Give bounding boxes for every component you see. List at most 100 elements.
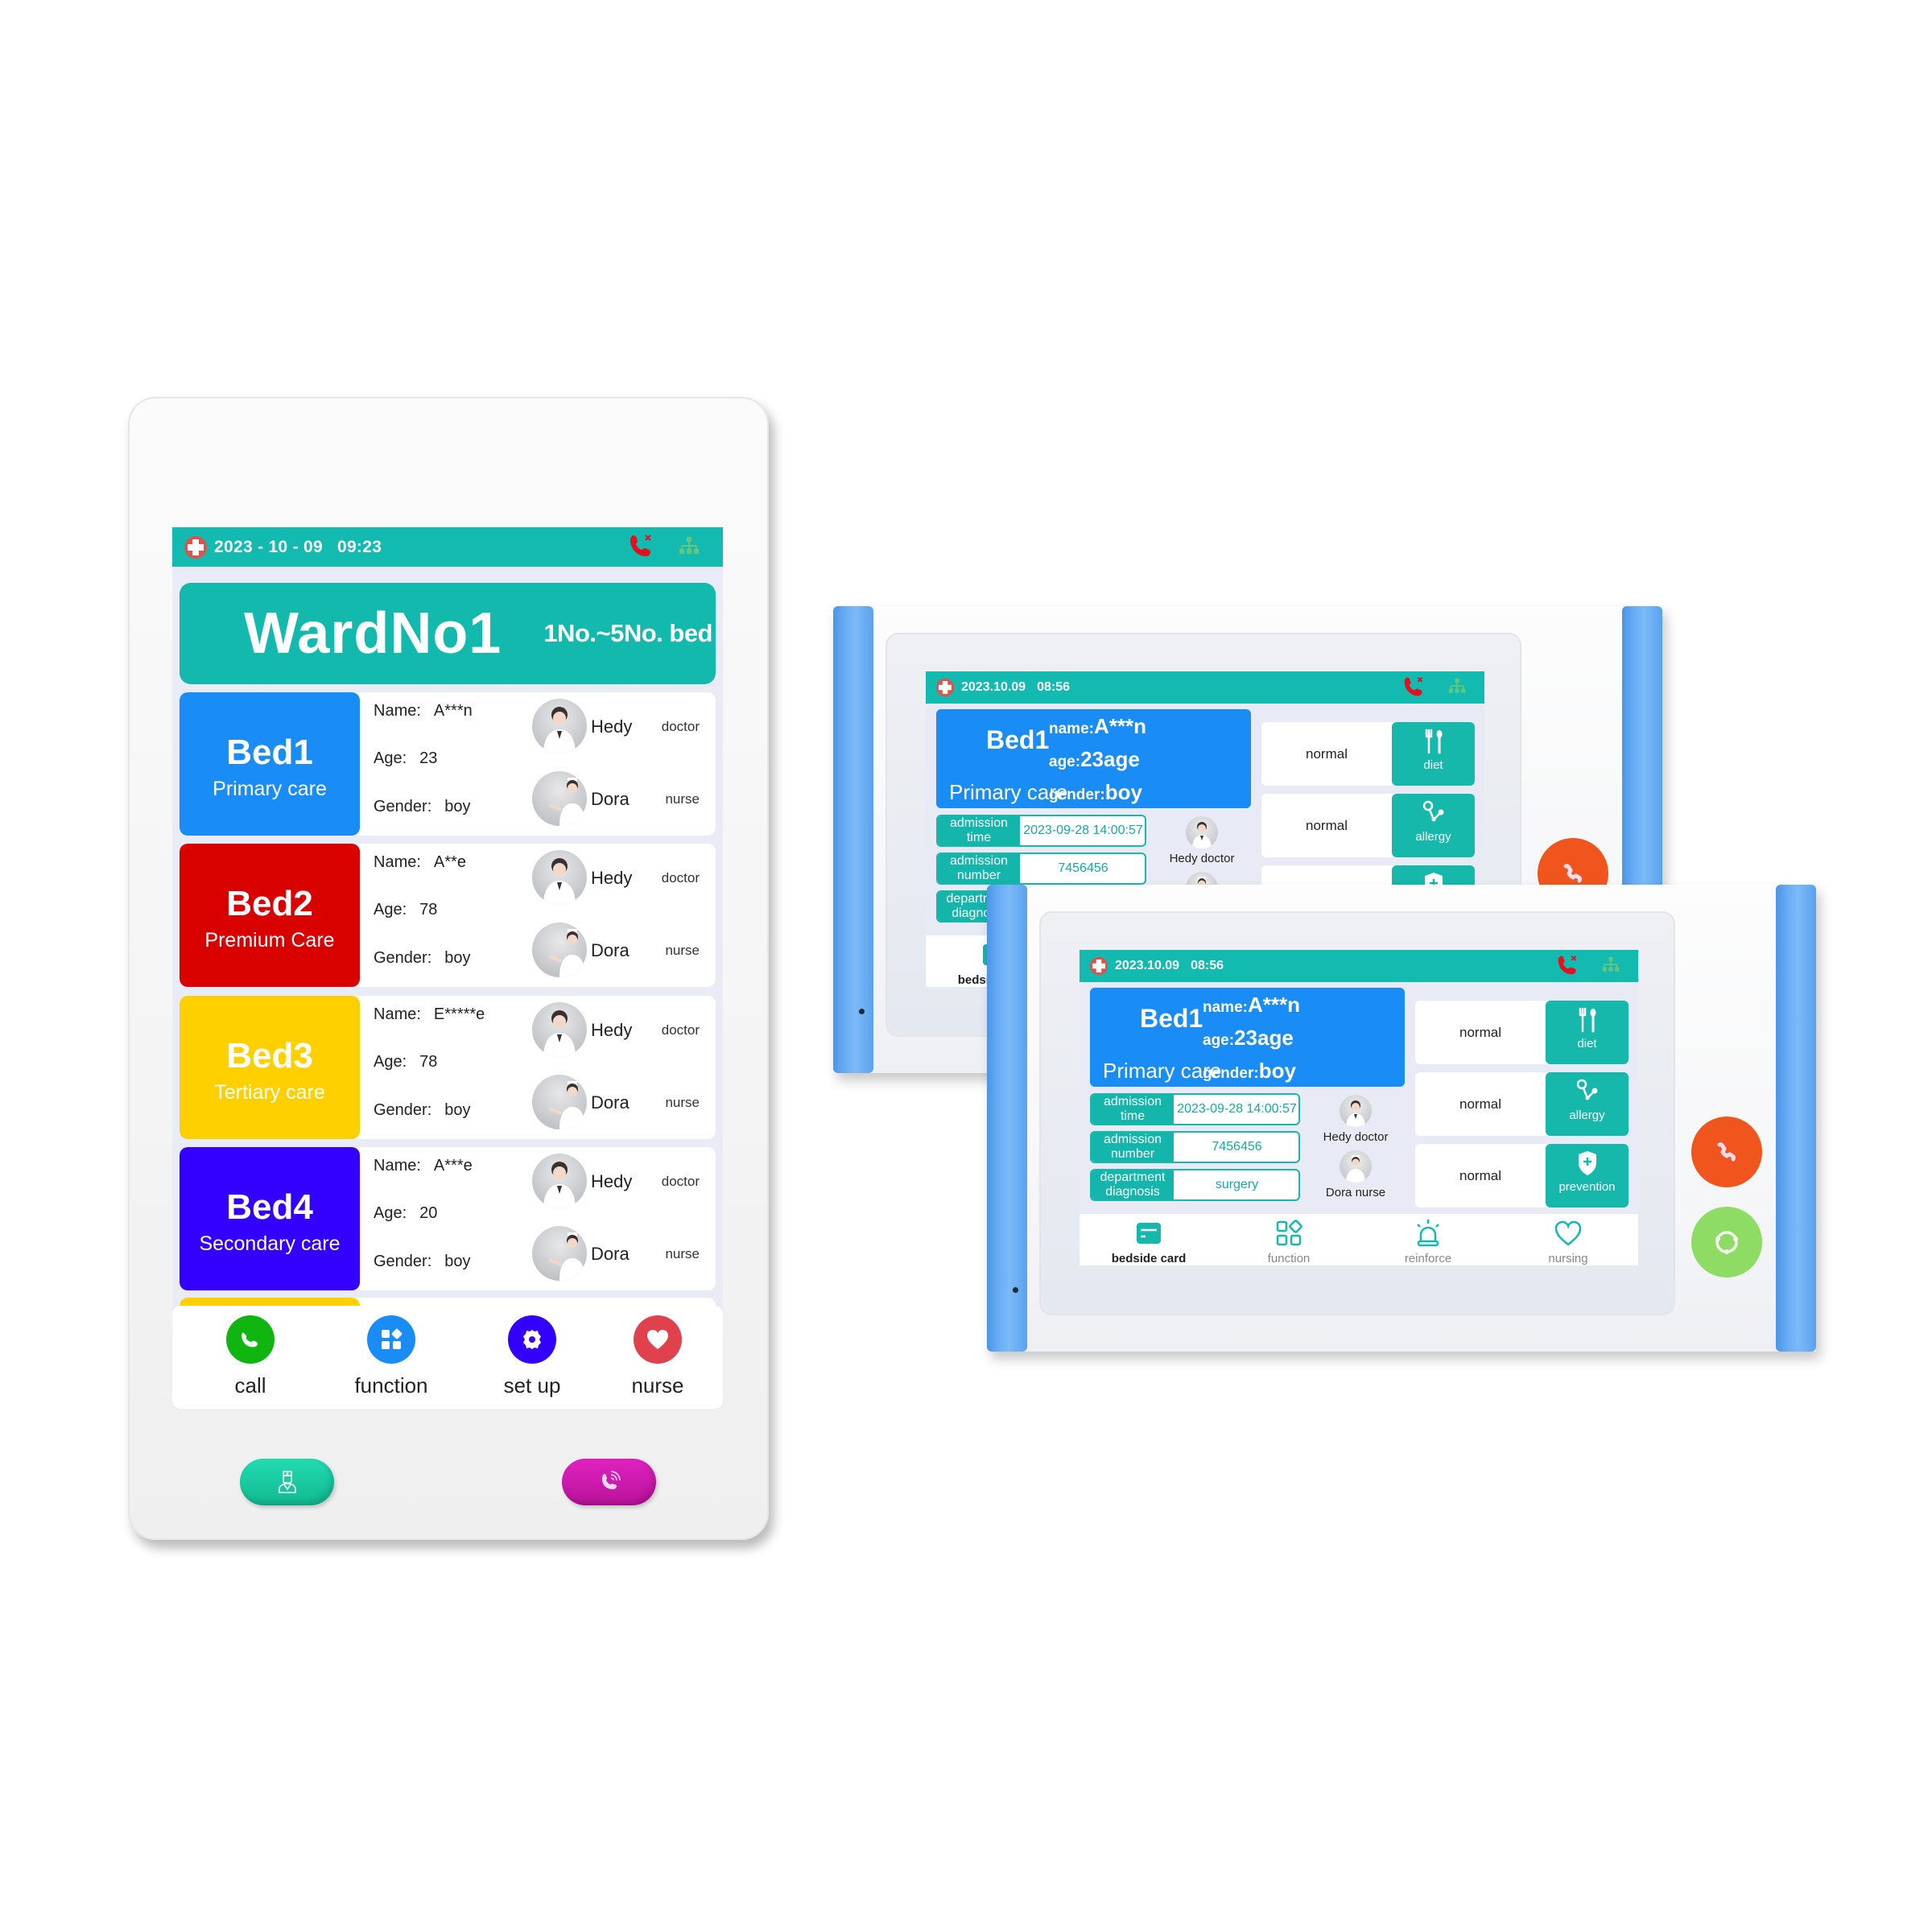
nav-nursing[interactable]: nursing xyxy=(1512,1214,1624,1265)
avatar xyxy=(532,850,587,905)
avatar xyxy=(1340,1150,1372,1183)
side-rail-right xyxy=(1776,885,1816,1352)
doctor-entry[interactable]: Hedy doctor xyxy=(532,1002,709,1059)
ward-bed-range: 1No.~5No. bed xyxy=(543,619,712,647)
bed-row[interactable]: Bed1 Primary care Name: A***n Age: 23 Gend… xyxy=(180,692,716,836)
portrait-screen: 2023 - 10 - 09 09:23 WardNo1 1No.~5No. be… xyxy=(172,527,723,1409)
bed-tag: Bed2 Premium Care xyxy=(180,844,360,987)
patient-age: Age: 78 xyxy=(374,901,438,919)
microphone-hole xyxy=(859,1009,865,1014)
bed-number: Bed1 xyxy=(986,725,1050,754)
status-bar: 2023.10.09 08:56 xyxy=(1080,950,1638,982)
allergy-icon xyxy=(1422,800,1443,822)
bed-number: Bed3 xyxy=(226,1036,313,1075)
doctor-call-button[interactable] xyxy=(240,1459,334,1505)
allergy-button[interactable]: allergy xyxy=(1546,1072,1629,1136)
nurse-entry[interactable]: Dora nurse xyxy=(532,1075,709,1131)
fork-spoon-icon xyxy=(1425,729,1442,754)
patient-age: age:23age xyxy=(1203,1026,1294,1050)
diet-button[interactable]: diet xyxy=(1546,1001,1629,1064)
shield-plus-icon xyxy=(1578,1151,1596,1175)
bed-row[interactable]: Bed4 Secondary care Name: A***e Age: 20 Ge… xyxy=(180,1147,716,1290)
patient-name: Name: A***e xyxy=(374,1157,473,1174)
avatar xyxy=(532,1154,587,1208)
avatar xyxy=(532,1075,587,1129)
doctor-entry[interactable]: Hedy doctor xyxy=(1154,816,1250,865)
care-level: Premium Care xyxy=(204,929,335,952)
call-disconnected-icon xyxy=(628,533,654,559)
hospital-cross-icon xyxy=(935,678,955,697)
nav-function[interactable]: function xyxy=(327,1306,456,1409)
bottom-nav: call function set up nurse xyxy=(172,1306,723,1409)
avatar xyxy=(532,699,587,753)
bed-number: Bed1 xyxy=(1140,1004,1203,1033)
side-rail-left xyxy=(987,885,1027,1352)
bed-tag: Bed1 Primary care xyxy=(180,692,360,836)
call-disconnected-icon xyxy=(1556,954,1579,976)
patient-gender: gender:boy xyxy=(1049,780,1142,804)
patient-gender: Gender: boy xyxy=(374,798,471,815)
prevention-button[interactable]: prevention xyxy=(1546,1144,1629,1208)
datetime: 2023.10.09 08:56 xyxy=(1115,959,1224,972)
diet-button[interactable]: diet xyxy=(1392,722,1475,786)
answer-button[interactable] xyxy=(1691,1207,1762,1278)
bed-row[interactable]: Bed2 Premium Care Name: A**e Age: 78 Gende… xyxy=(180,844,716,987)
microphone-hole xyxy=(1013,1287,1018,1293)
heart-outline-icon xyxy=(1554,1220,1582,1246)
avatar xyxy=(532,1226,587,1281)
alarm-light-icon xyxy=(1417,1220,1439,1247)
nav-bedside-card[interactable]: bedside card xyxy=(1092,1214,1205,1265)
avatar xyxy=(532,771,587,826)
patient-name: Name: E*****e xyxy=(374,1005,485,1023)
doctor-entry[interactable]: Hedy doctor xyxy=(532,1154,709,1210)
patient-age: age:23age xyxy=(1049,747,1140,771)
doctor-entry[interactable]: Hedy doctor xyxy=(532,699,709,755)
avatar xyxy=(1340,1095,1372,1127)
phone-icon xyxy=(226,1315,275,1364)
nurse-entry[interactable]: Dora nurse xyxy=(532,923,709,979)
network-icon xyxy=(678,535,700,558)
patient-age: Age: 23 xyxy=(374,749,438,767)
patient-gender: Gender: boy xyxy=(374,1253,471,1270)
avatar xyxy=(532,923,587,977)
allergy-icon xyxy=(1576,1079,1597,1100)
bed-row[interactable]: Bed3 Tertiary care Name: E*****e Age: 78 G… xyxy=(180,996,716,1139)
nurse-entry[interactable]: Dora nurse xyxy=(1307,1150,1404,1199)
status-tile-allergy: normal allergy xyxy=(1261,794,1475,857)
grid-apps-icon xyxy=(1276,1220,1302,1246)
hospital-cross-icon xyxy=(184,535,208,559)
bed-card[interactable]: Bed1 Primary care name:A***n age:23age g… xyxy=(936,709,1251,808)
avatar xyxy=(532,1002,587,1057)
allergy-button[interactable]: allergy xyxy=(1392,794,1475,857)
gear-icon xyxy=(508,1315,556,1364)
patient-name: Name: A**e xyxy=(374,853,466,871)
answer-icon xyxy=(1715,1231,1738,1254)
nurse-entry[interactable]: Dora nurse xyxy=(532,771,709,828)
patient-name: Name: A***n xyxy=(374,702,473,720)
bottom-nav: bedside card function reinforce nursing xyxy=(1080,1214,1638,1265)
fork-spoon-icon xyxy=(1579,1007,1596,1033)
nav-function[interactable]: function xyxy=(1232,1214,1345,1265)
bed-tag: Bed4 Secondary care xyxy=(180,1147,360,1290)
nav-set-up[interactable]: set up xyxy=(468,1306,597,1409)
phone-call-button[interactable] xyxy=(562,1459,656,1505)
patient-age: Age: 20 xyxy=(374,1204,438,1222)
side-rail-left xyxy=(833,606,873,1073)
bed-card[interactable]: Bed1 Primary care name:A***n age:23age g… xyxy=(1090,988,1405,1087)
nurse-entry[interactable]: Dora nurse xyxy=(532,1226,709,1282)
department-diagnosis-row: department diagnosis surgery xyxy=(1090,1169,1300,1201)
nav-reinforce[interactable]: reinforce xyxy=(1372,1214,1484,1265)
patient-gender: Gender: boy xyxy=(374,1101,471,1119)
landscape-terminal-front: 2023.10.09 08:56 Bed1 Primary care name:A… xyxy=(987,885,1816,1352)
status-tile-diet: normal diet xyxy=(1415,1001,1629,1064)
bed-tag: Bed3 Tertiary care xyxy=(180,996,360,1139)
doctor-entry[interactable]: Hedy doctor xyxy=(1307,1095,1404,1144)
patient-gender: gender:boy xyxy=(1203,1059,1296,1083)
hang-up-button[interactable] xyxy=(1691,1117,1762,1187)
admission-number-row: admission number 7456456 xyxy=(1090,1131,1300,1163)
nav-call[interactable]: call xyxy=(186,1306,315,1409)
bed-number: Bed2 xyxy=(226,884,313,923)
doctor-entry[interactable]: Hedy doctor xyxy=(532,850,709,906)
ward-banner: WardNo1 1No.~5No. bed xyxy=(180,583,716,684)
nav-nurse[interactable]: nurse xyxy=(593,1306,722,1409)
